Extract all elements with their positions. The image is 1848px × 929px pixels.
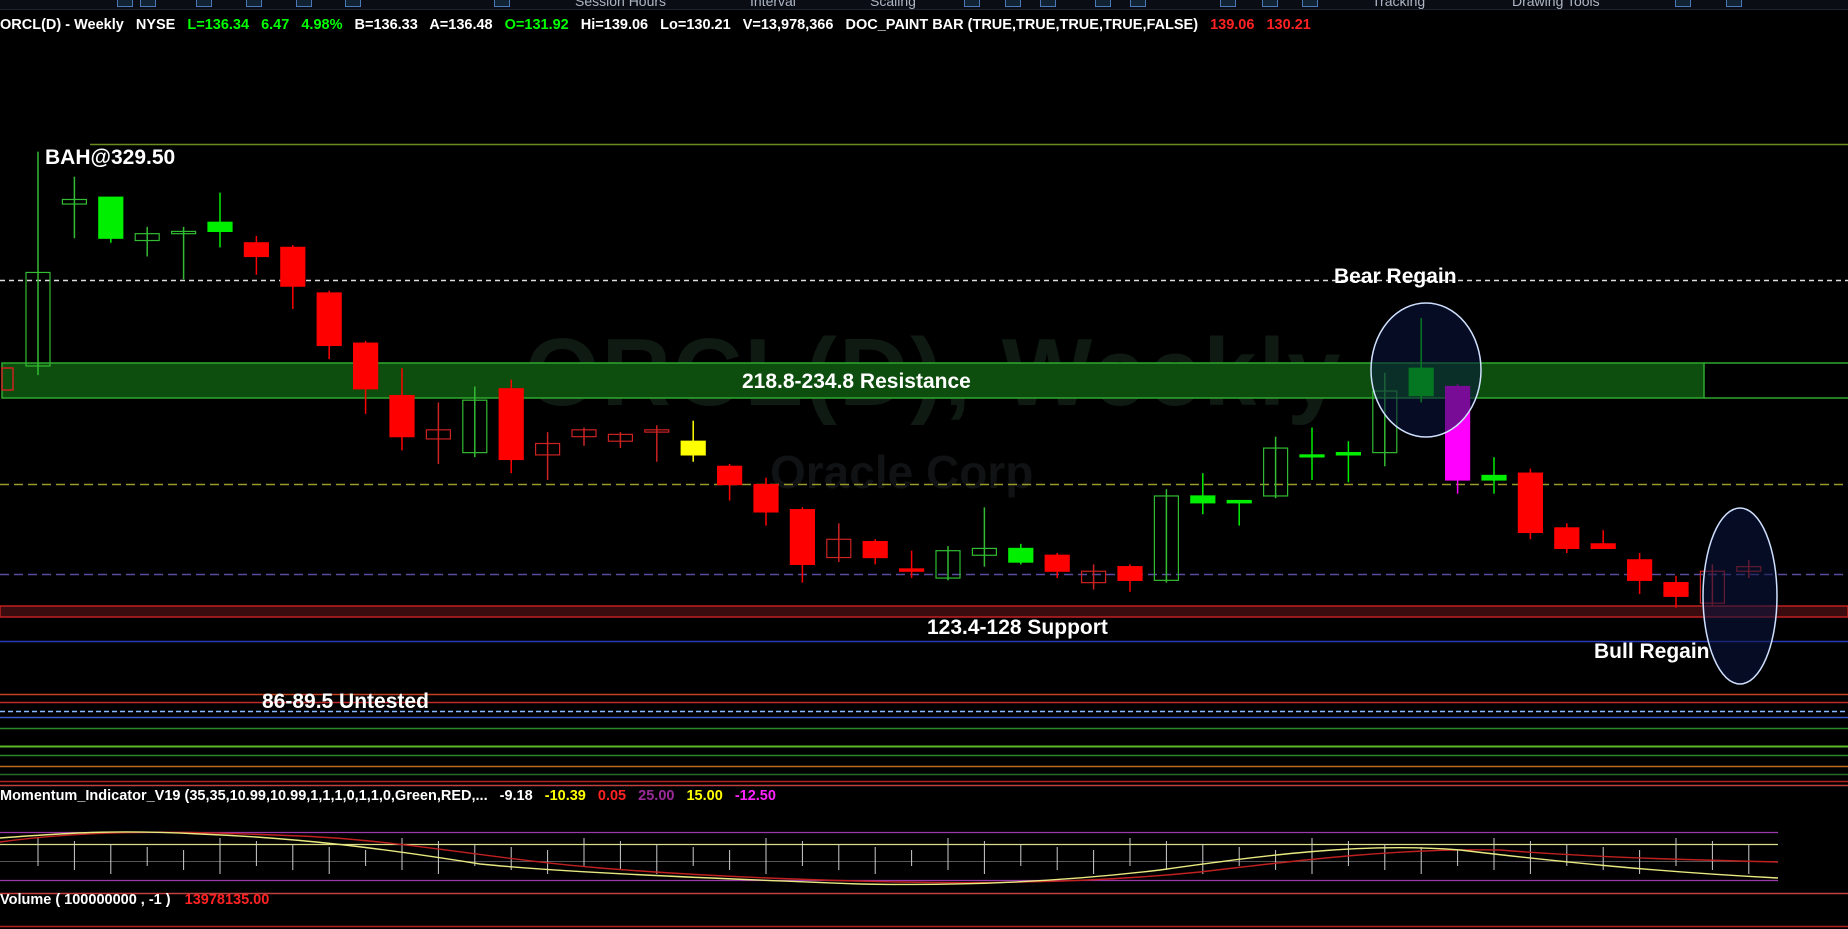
candle-body — [1626, 559, 1653, 581]
high-price: Hi=139.06 — [580, 17, 649, 33]
candle-body — [1335, 452, 1362, 456]
candle-body — [316, 292, 342, 347]
candle-body — [1481, 474, 1507, 481]
volume-study-value: 13978135.00 — [184, 892, 270, 908]
candle-body — [1517, 472, 1544, 534]
low-price: Lo=130.21 — [660, 17, 731, 33]
momentum-value-2: -10.39 — [544, 788, 586, 804]
momentum-panel — [0, 831, 1848, 928]
open-price: O=131.92 — [504, 17, 569, 33]
bull-regain-circle — [1702, 507, 1778, 685]
candle-body — [243, 242, 269, 258]
candle-body — [207, 221, 233, 233]
candle-body — [898, 568, 925, 572]
candle-body — [1044, 554, 1070, 572]
candle-body — [353, 342, 379, 390]
candle-body — [1554, 527, 1580, 550]
candle-body — [389, 395, 415, 438]
candle-body — [98, 196, 124, 239]
candle-body — [1117, 566, 1143, 581]
price-header: ORCL(D) - Weekly NYSE L=136.34 6.47 4.98… — [0, 17, 1319, 35]
momentum-slow-line — [0, 831, 1779, 884]
exchange-label: NYSE — [135, 17, 176, 33]
support-label: 123.4-128 Support — [927, 616, 1108, 639]
net-change-pct: 4.98% — [301, 17, 343, 33]
candle-body — [716, 465, 743, 486]
momentum-value-4: 25.00 — [638, 788, 675, 804]
candle-body — [1008, 547, 1034, 563]
candle-body — [680, 440, 706, 456]
candle-body — [280, 246, 306, 287]
momentum-value-5: 15.00 — [686, 788, 723, 804]
volume-header: Volume ( 100000000 , -1 ) 13978135.00 — [0, 892, 279, 908]
momentum-value-1: -9.18 — [499, 788, 533, 804]
momentum-value-3: 0.05 — [597, 788, 627, 804]
candle-body — [753, 483, 779, 513]
study-value-1: 139.06 — [1210, 17, 1255, 33]
resistance-label: 218.8-234.8 Resistance — [742, 370, 971, 393]
untested-label: 86-89.5 Untested — [262, 690, 429, 713]
last-price: L=136.34 — [187, 17, 250, 33]
volume-study-title: Volume ( 100000000 , -1 ) — [0, 892, 171, 908]
symbol-label: ORCL(D) - Weekly — [0, 17, 124, 33]
support-zone — [0, 605, 1848, 618]
candle-body — [789, 509, 816, 565]
candle-body — [1590, 543, 1616, 550]
momentum-title: Momentum_Indicator_V19 (35,35,10.99,10.9… — [0, 788, 488, 804]
bid-price: B=136.33 — [354, 17, 418, 33]
bear-regain-label: Bear Regain — [1334, 265, 1457, 288]
candle-body — [1226, 499, 1252, 504]
study-label: DOC_PAINT BAR (TRUE,TRUE,TRUE,TRUE,FALSE… — [845, 17, 1199, 33]
candle-body — [1190, 495, 1216, 504]
candle-body — [1663, 582, 1689, 597]
momentum-histogram — [37, 838, 1750, 874]
momentum-value-6: -12.50 — [734, 788, 776, 804]
bull-regain-label: Bull Regain — [1594, 640, 1710, 663]
candle-body — [1299, 454, 1325, 458]
volume-value: V=13,978,366 — [742, 17, 834, 33]
annotation-circles — [1370, 302, 1778, 685]
ask-price: A=136.48 — [429, 17, 493, 33]
momentum-fast-line — [0, 831, 1779, 886]
study-value-2: 130.21 — [1266, 17, 1311, 33]
bear-regain-circle — [1370, 302, 1482, 438]
candle-body — [862, 540, 888, 559]
candle-body — [498, 388, 524, 461]
momentum-header: Momentum_Indicator_V19 (35,35,10.99,10.9… — [0, 788, 784, 804]
net-change: 6.47 — [261, 17, 290, 33]
bah-label: BAH@329.50 — [45, 146, 176, 169]
